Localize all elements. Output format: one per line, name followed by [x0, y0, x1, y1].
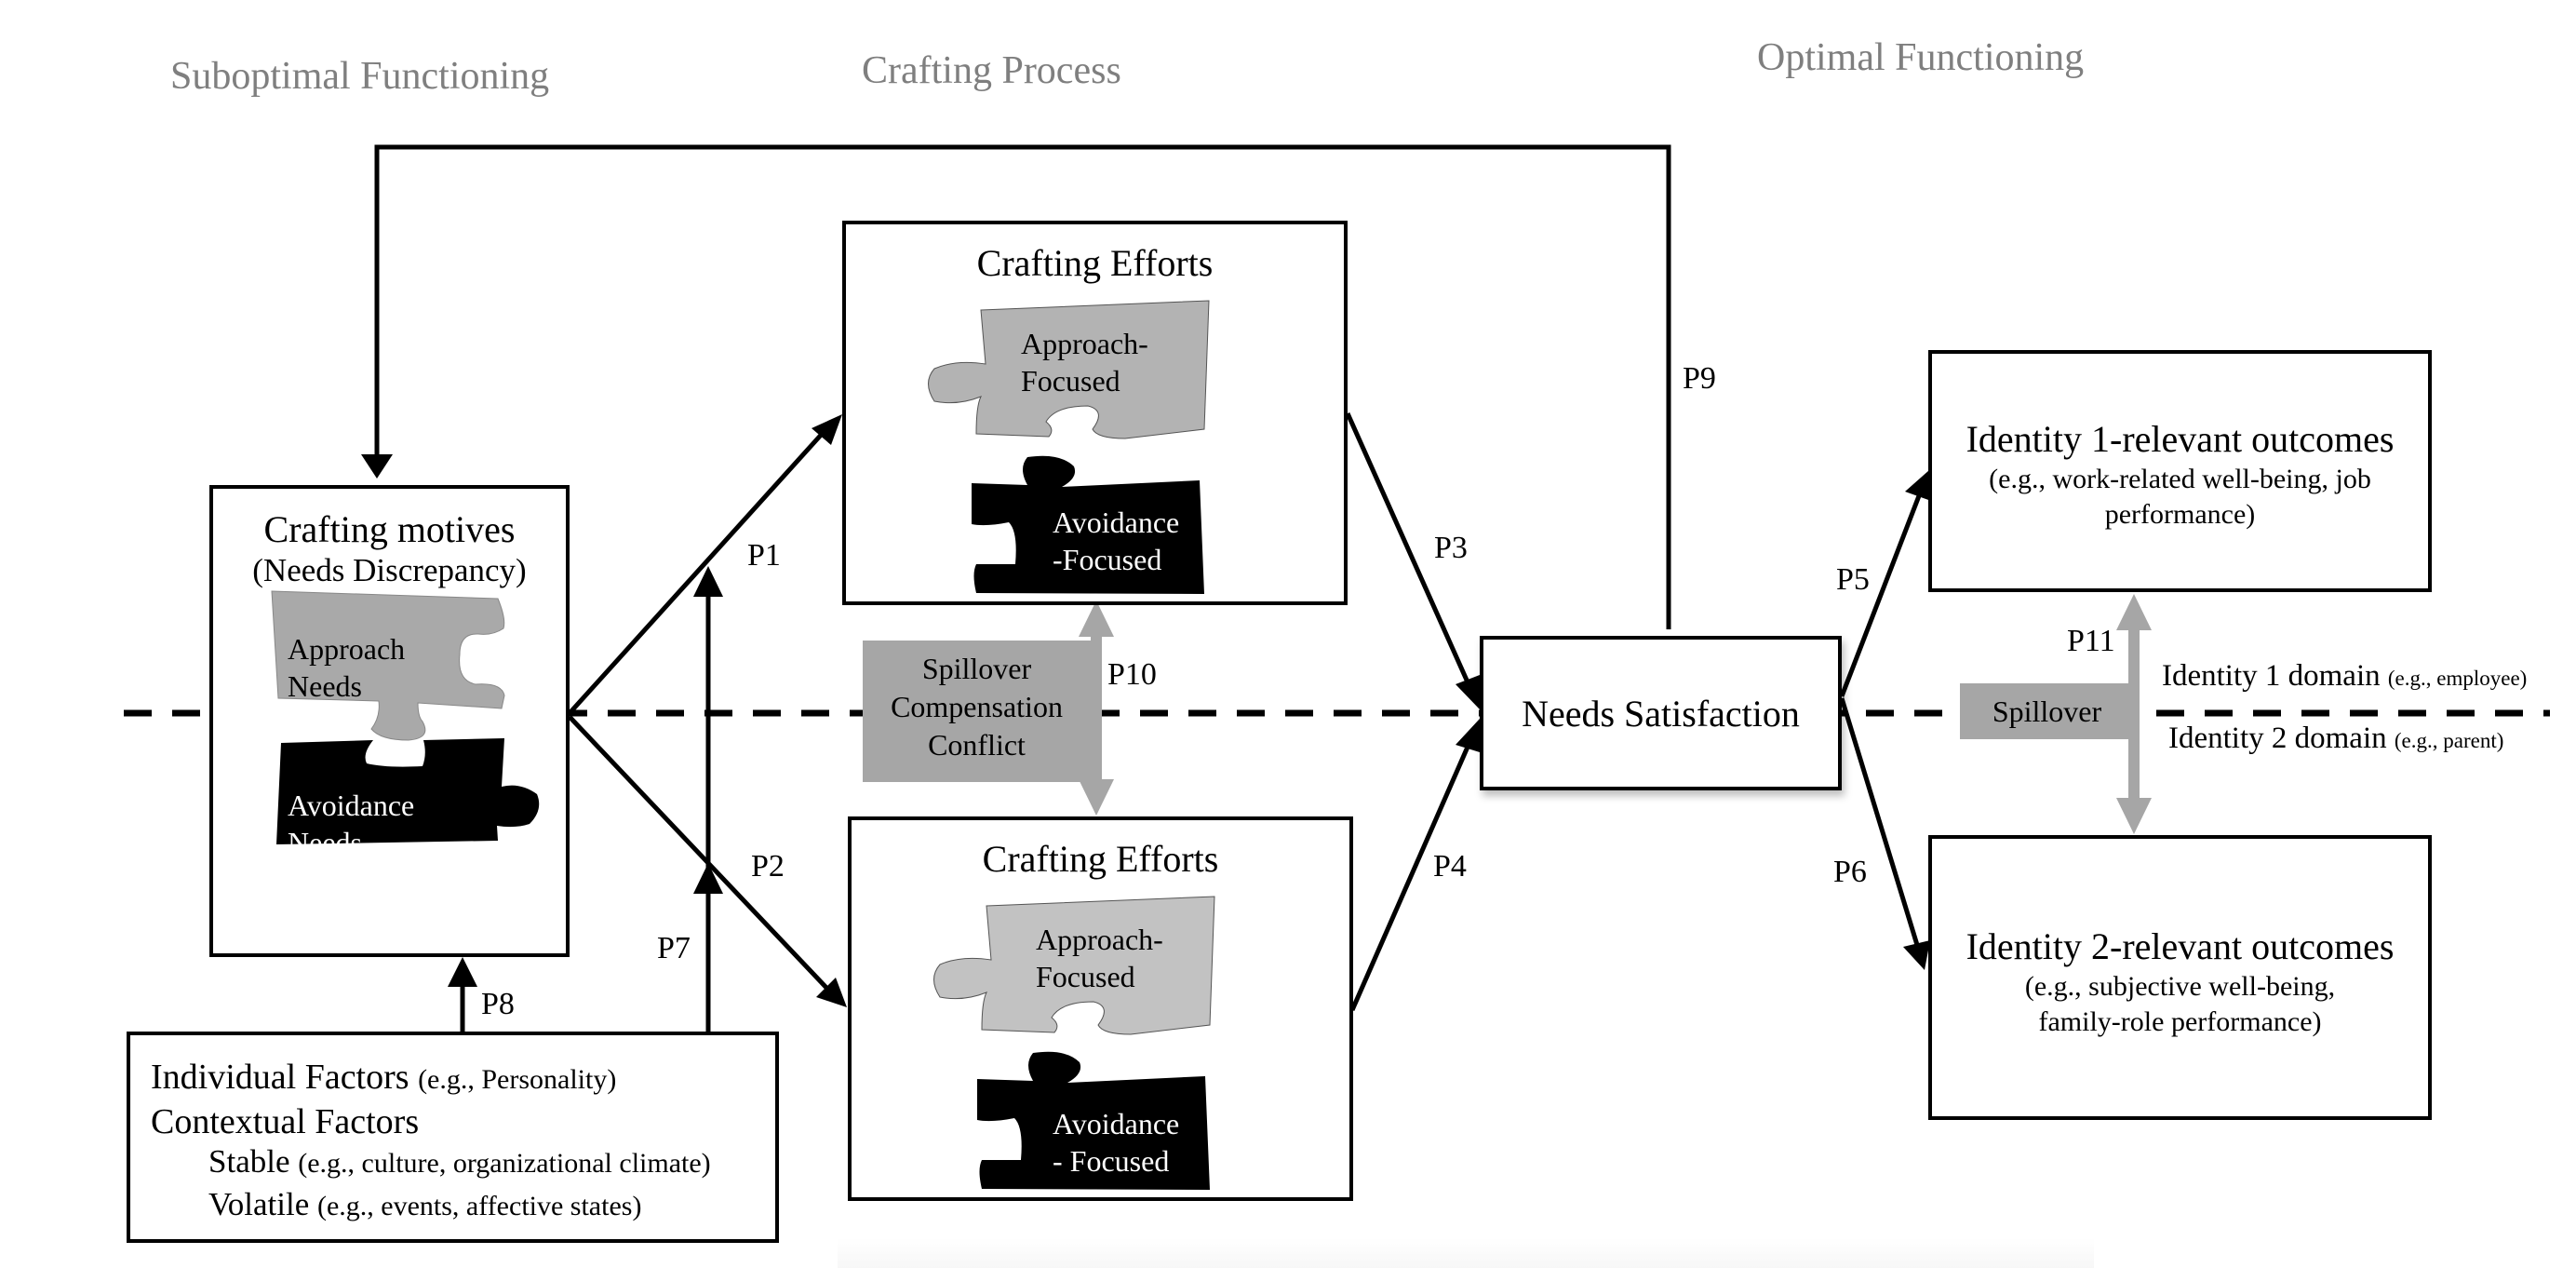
identity2-outcomes-title: Identity 2-relevant outcomes: [1966, 925, 2395, 967]
avoidance-needs-line1: Avoidance: [288, 789, 415, 822]
identity1-domain-example: (e.g., employee): [2387, 667, 2528, 690]
path-label-p5: P5: [1836, 562, 1870, 597]
identity1-domain-label: Identity 1 domain (e.g., employee): [2162, 659, 2527, 694]
p9-arrowhead-icon: [361, 454, 393, 479]
identity2-domain-name: Identity 2 domain: [2168, 722, 2387, 755]
section-title-process: Crafting Process: [862, 49, 1121, 92]
p10-arrowhead-down-icon: [1079, 779, 1114, 816]
p10-spillover-shaft: [1091, 633, 1102, 787]
compensation-label: Compensation: [891, 690, 1063, 723]
avoidance-focused-top-line2: -Focused: [1053, 543, 1162, 576]
identity2-domain-example: (e.g., parent): [2394, 729, 2504, 752]
spillover-label: Spillover: [921, 652, 1032, 685]
individual-factors-line: Individual Factors (e.g., Personality): [151, 1054, 616, 1103]
individual-factors-example: (e.g., Personality): [418, 1064, 617, 1095]
volatile-factors-line: Volatile (e.g., events, affective states…: [208, 1184, 641, 1227]
path-label-p10: P10: [1107, 657, 1157, 692]
path-label-p1: P1: [747, 538, 781, 573]
p6-arrow: [1839, 697, 1920, 946]
path-label-p6: P6: [1833, 855, 1867, 889]
path-label-p3: P3: [1434, 531, 1468, 565]
p7-arrowhead-lower-icon: [693, 863, 723, 894]
identity2-outcomes-box: Identity 2-relevant outcomes (e.g., subj…: [1928, 835, 2432, 1120]
individual-factors-name: Individual Factors: [151, 1058, 409, 1097]
avoidance-focused-bottom-line2: - Focused: [1053, 1144, 1170, 1178]
avoidance-focused-top-line1: Avoidance: [1053, 506, 1180, 539]
bottom-background-fade: [838, 1238, 2094, 1268]
identity2-outcomes-detail-line2: family-role performance): [2038, 1006, 2322, 1037]
path-label-p4: P4: [1433, 849, 1467, 884]
section-title-suboptimal: Suboptimal Functioning: [170, 55, 550, 98]
crafting-efforts-bottom-box: Crafting Efforts Approach- Focused Avoid…: [848, 816, 1353, 1201]
avoidance-needs-line2: Needs: [288, 826, 362, 859]
identity1-outcomes-detail-line1: (e.g., work-related well-being, job: [1989, 464, 2371, 494]
identity1-domain-name: Identity 1 domain: [2162, 659, 2381, 693]
approach-needs-line1: Approach: [288, 632, 406, 666]
p11-arrowhead-up-icon: [2116, 594, 2152, 630]
p6-arrowhead-icon: [1903, 940, 1930, 970]
approach-focused-top-line1: Approach-: [1021, 327, 1148, 360]
antecedent-factors-box: Individual Factors (e.g., Personality) C…: [127, 1032, 779, 1243]
approach-focused-bottom-line2: Focused: [1036, 960, 1135, 993]
avoidance-focused-bottom-line1: Avoidance: [1053, 1107, 1180, 1140]
stable-factors-example: (e.g., culture, organizational climate): [298, 1148, 711, 1179]
needs-satisfaction-box: Needs Satisfaction: [1480, 636, 1842, 790]
p4-arrowhead-icon: [1456, 719, 1480, 752]
p2-arrow: [568, 715, 830, 991]
conflict-label: Conflict: [928, 728, 1026, 762]
volatile-factors-name: Volatile: [208, 1186, 310, 1222]
contextual-factors-name: Contextual Factors: [151, 1102, 420, 1141]
stable-factors-line: Stable (e.g., culture, organizational cl…: [208, 1141, 711, 1184]
crafting-efforts-top-box: Crafting Efforts Approach- Focused Avoid…: [842, 221, 1348, 605]
section-title-optimal: Optimal Functioning: [1757, 36, 2085, 79]
approach-focused-top-line2: Focused: [1021, 364, 1120, 398]
identity2-domain-label: Identity 2 domain (e.g., parent): [2168, 722, 2503, 756]
spillover-compensation-conflict-box: Spillover Compensation Conflict: [863, 641, 1091, 782]
needs-satisfaction-label: Needs Satisfaction: [1522, 693, 1800, 735]
contextual-factors-line: Contextual Factors: [151, 1099, 419, 1145]
path-label-p2: P2: [751, 849, 785, 884]
approach-needs-line2: Needs: [288, 669, 362, 703]
p1-arrow: [568, 430, 825, 715]
p8-arrowhead-icon: [448, 957, 477, 987]
identity2-outcomes-detail-line1: (e.g., subjective well-being,: [2024, 971, 2336, 1002]
path-label-p9: P9: [1683, 361, 1716, 396]
spillover-right-box: Spillover: [1960, 683, 2134, 739]
p11-arrowhead-down-icon: [2116, 798, 2152, 834]
volatile-factors-example: (e.g., events, affective states): [316, 1191, 642, 1221]
crafting-motives-box: Crafting motives (Needs Discrepancy) App…: [209, 485, 570, 957]
p3-arrowhead-icon: [1456, 675, 1480, 709]
identity1-outcomes-detail-line2: performance): [2104, 499, 2256, 530]
identity1-outcomes-box: Identity 1-relevant outcomes (e.g., work…: [1928, 350, 2432, 592]
identity1-outcomes-title: Identity 1-relevant outcomes: [1966, 418, 2395, 460]
spillover-right-label: Spillover: [1992, 695, 2102, 728]
puzzle-pieces-motives: [271, 590, 540, 844]
path-label-p8: P8: [481, 987, 515, 1021]
path-label-p7: P7: [657, 931, 691, 965]
approach-focused-bottom-line1: Approach-: [1036, 923, 1163, 956]
stable-factors-name: Stable: [208, 1143, 290, 1180]
path-label-p11: P11: [2067, 624, 2115, 658]
